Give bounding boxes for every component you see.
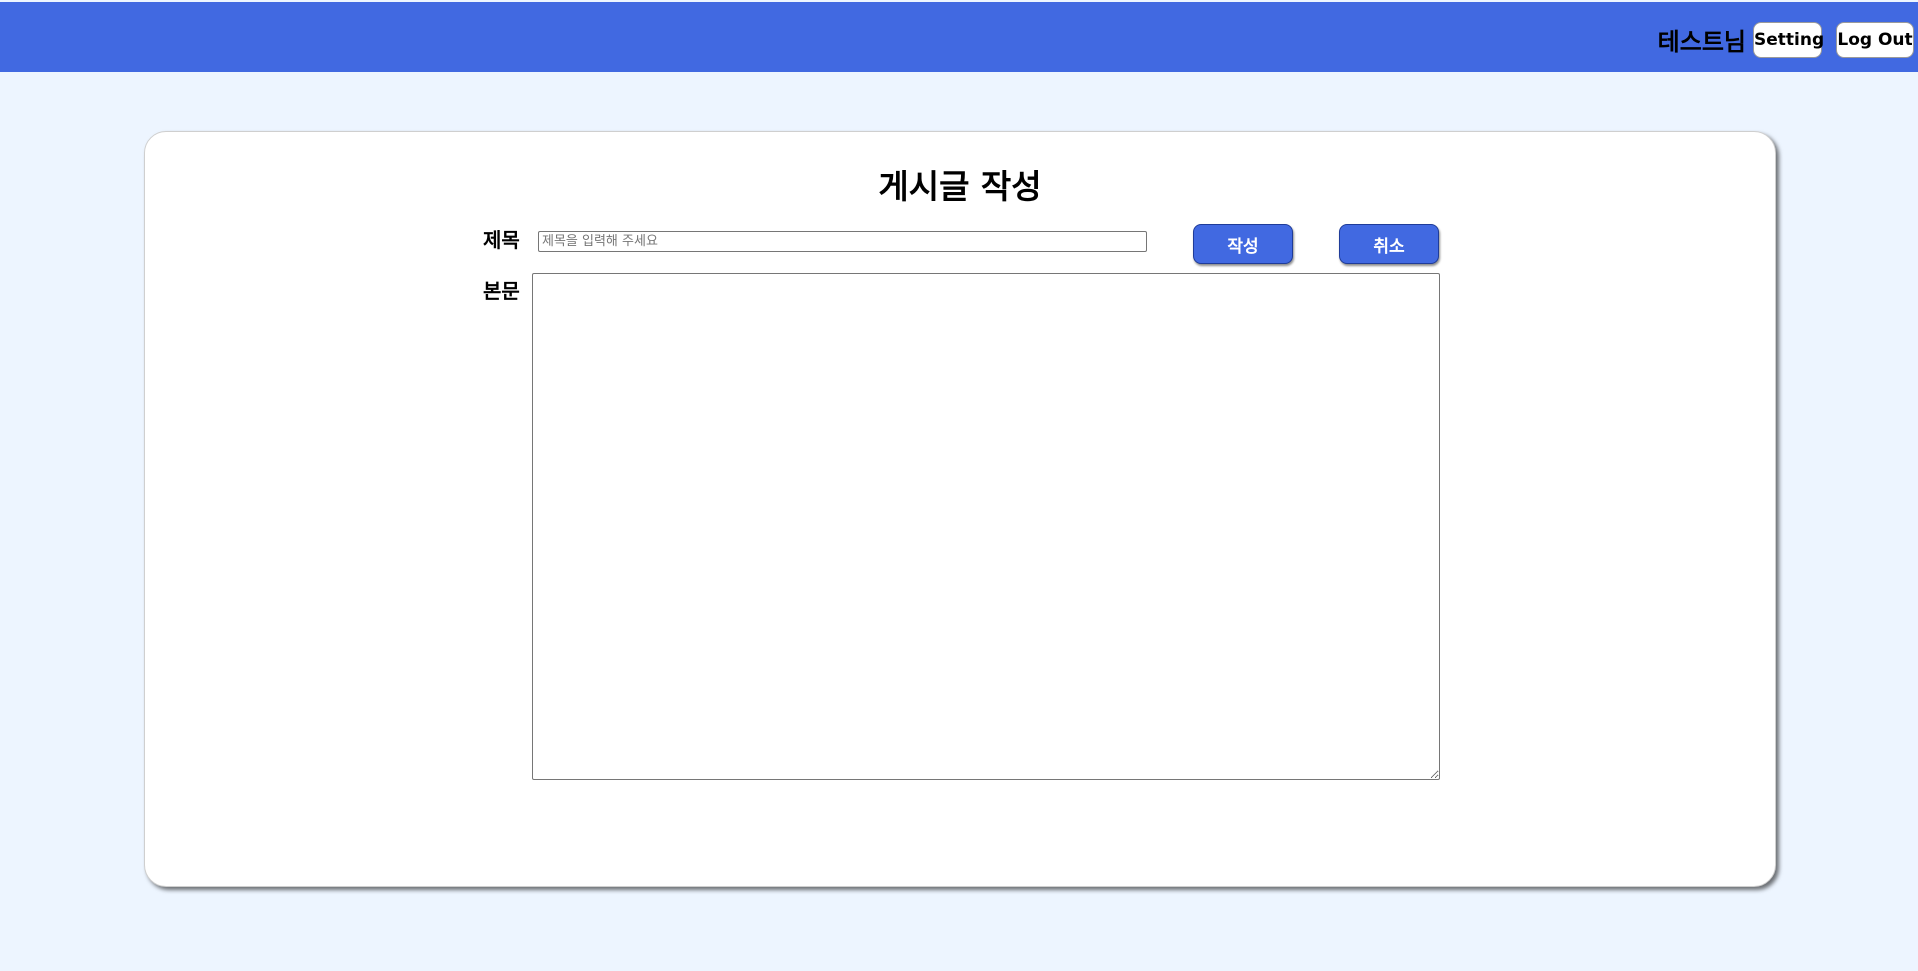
user-greeting: 테스트님 [1657,28,1746,56]
page-background: 테스트님 Setting Log Out 게시글 작성 제목 작성 취소 본문 [0,0,1918,971]
cancel-button[interactable]: 취소 [1339,224,1439,264]
title-input[interactable] [538,231,1147,252]
title-label: 제목 [483,228,520,252]
post-editor-card: 게시글 작성 제목 작성 취소 본문 [144,131,1776,887]
setting-button[interactable]: Setting [1753,22,1824,58]
logout-button[interactable]: Log Out [1836,22,1914,58]
page-title: 게시글 작성 [878,167,1042,206]
top-navigation-bar: 테스트님 Setting Log Out [0,2,1918,72]
body-label: 본문 [483,279,520,303]
body-textarea[interactable] [532,273,1440,780]
submit-button[interactable]: 작성 [1193,224,1293,264]
